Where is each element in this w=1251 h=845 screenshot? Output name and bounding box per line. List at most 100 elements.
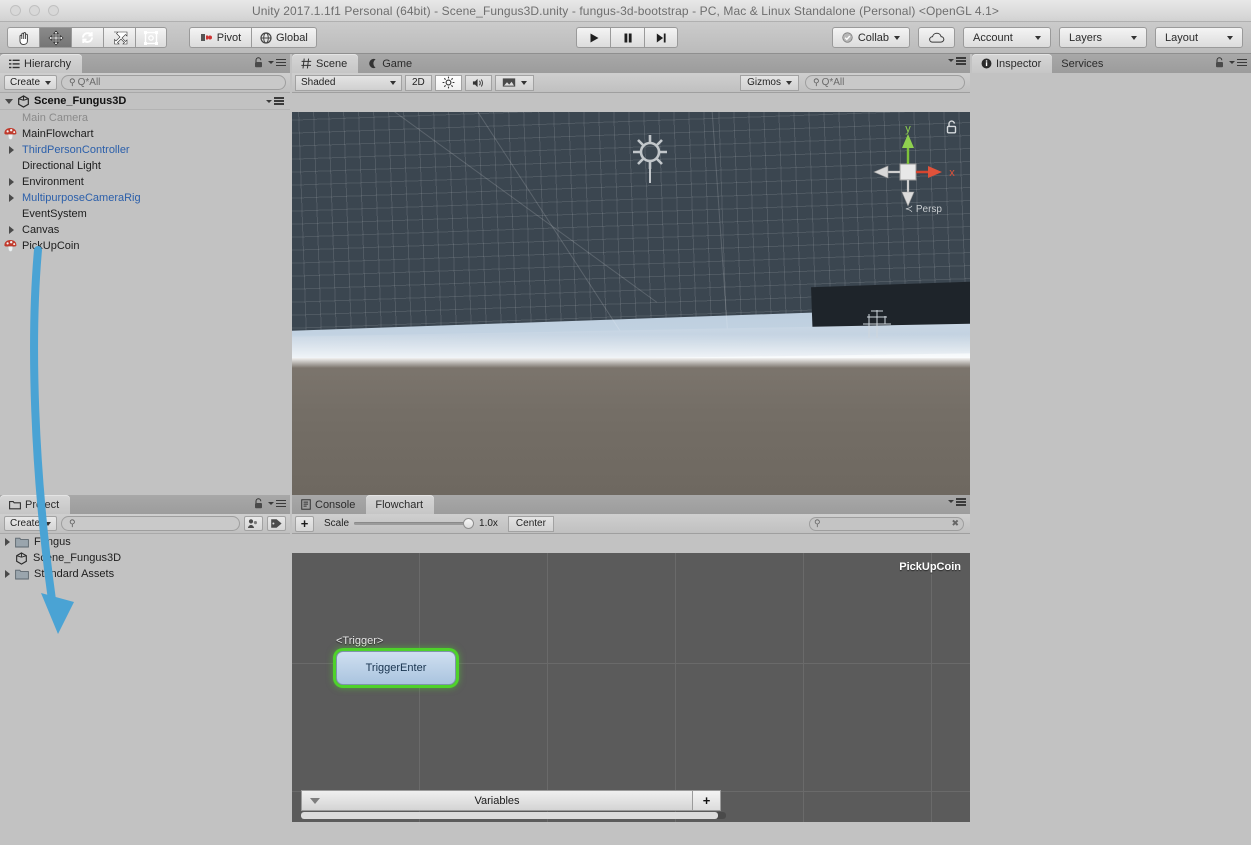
layers-dropdown[interactable]: Layers [1059,27,1147,48]
scene-search-input[interactable]: ⚲ Q*All [805,75,965,90]
panel-menu-icon[interactable] [268,58,286,67]
clear-search-icon[interactable]: ✖ [951,518,959,529]
flowchart-tab-actions[interactable] [948,498,966,506]
unity-scene-icon [16,551,27,565]
project-search-input[interactable]: ⚲ [61,516,240,531]
tab-flowchart[interactable]: Flowchart [366,495,435,514]
hierarchy-item-canvas[interactable]: Canvas [0,222,290,238]
scene-tab-actions[interactable] [948,57,966,65]
hand-tool-button[interactable] [7,27,39,48]
tab-console[interactable]: Console [292,495,366,514]
chevron-down-icon[interactable] [310,797,320,804]
pivot-toggle-button[interactable]: Pivot [189,27,251,48]
project-create-button[interactable]: Create [4,516,58,531]
hierarchy-item-directional-light[interactable]: Directional Light [0,158,290,174]
tab-inspector[interactable]: Inspector [972,54,1053,73]
hierarchy-item-environment[interactable]: Environment [0,174,290,190]
flowchart-search-input[interactable]: ⚲ ✖ [809,516,964,531]
hierarchy-scene-root-row[interactable]: Scene_Fungus3D [0,93,290,110]
rect-tool-button[interactable] [135,27,167,48]
flowchart-canvas[interactable]: PickUpCoin <Trigger> TriggerEnter Variab… [292,553,970,822]
expand-arrow-icon[interactable] [8,194,14,202]
hierarchy-search-input[interactable]: ⚲ Q*All [61,75,286,90]
folder-icon [15,537,29,547]
chevron-down-icon[interactable] [5,98,13,104]
hierarchy-icon [9,59,20,68]
chevron-down-icon [1035,35,1041,40]
gizmos-dropdown[interactable]: Gizmos [740,74,799,91]
chevron-down-icon [390,80,396,85]
rotate-tool-button[interactable] [71,27,103,48]
hierarchy-create-button[interactable]: Create [4,75,58,90]
toggle-audio-button[interactable] [464,74,492,91]
center-view-button[interactable]: Center [507,515,554,532]
toggle-2d-button[interactable]: 2D [405,74,432,91]
transform-tools-group[interactable] [7,27,167,48]
project-item-scene-fungus3d[interactable]: Scene_Fungus3D [0,550,290,566]
collab-button[interactable]: Collab [831,27,910,48]
panel-menu-icon[interactable] [1229,58,1247,67]
layout-dropdown[interactable]: Layout [1155,27,1243,48]
hierarchy-item-multipurposecamerarig[interactable]: MultipurposeCameraRig [0,190,290,206]
filter-by-type-button[interactable] [244,516,263,531]
account-dropdown[interactable]: Account [963,27,1051,48]
expand-arrow-icon[interactable] [8,178,14,186]
shading-mode-dropdown[interactable]: Shaded [295,74,402,91]
toggle-lighting-button[interactable] [434,74,462,91]
variables-header[interactable]: Variables [301,790,693,811]
pivot-rotation-group[interactable]: Pivot Global [189,27,317,48]
tab-console-label: Console [315,498,356,511]
tab-game[interactable]: Game [358,54,423,73]
hierarchy-item-eventsystem[interactable]: EventSystem [0,206,290,222]
scene-row-menu-icon[interactable] [266,97,284,105]
cloud-button[interactable] [918,27,955,48]
playback-controls-group[interactable] [576,27,678,48]
project-item-standard-assets[interactable]: Standard Assets [0,566,290,582]
tab-services[interactable]: Services [1052,54,1114,73]
scale-slider-handle[interactable] [463,518,475,529]
panel-menu-icon[interactable] [948,57,966,65]
hierarchy-tab-actions[interactable] [254,57,286,68]
pause-button[interactable] [610,27,644,48]
hierarchy-item-thirdpersoncontroller[interactable]: ThirdPersonController [0,142,290,158]
toggle-fx-button[interactable] [494,74,534,91]
expand-arrow-icon[interactable] [8,226,14,234]
hierarchy-item-indent [0,178,22,186]
filter-by-label-button[interactable] [267,516,286,531]
project-tab-actions[interactable] [254,498,286,509]
hierarchy-item-main-camera[interactable]: Main Camera [0,110,290,126]
flowchart-block-triggerenter[interactable]: TriggerEnter [336,651,456,685]
panel-menu-icon[interactable] [268,499,286,508]
scene-panel: Scene Game Shaded 2D Gizmos ⚲ Q*All y x … [292,54,970,495]
layout-label: Layout [1165,31,1199,44]
play-button[interactable] [576,27,610,48]
expand-arrow-icon[interactable] [5,538,10,546]
add-variable-button[interactable]: + [693,790,721,811]
variables-scrollbar[interactable] [301,812,726,819]
flowchart-body: + Scale 1.0x Center ⚲ ✖ PickUpCoin <Trig… [292,514,970,822]
tab-hierarchy[interactable]: Hierarchy [0,54,83,73]
panel-menu-icon[interactable] [948,498,966,506]
expand-arrow-icon[interactable] [5,570,10,578]
project-item-fungus[interactable]: Fungus [0,534,290,550]
step-button[interactable] [644,27,678,48]
scale-tool-button[interactable] [103,27,135,48]
hierarchy-item-label: MultipurposeCameraRig [22,192,141,204]
add-block-button[interactable]: + [295,515,314,532]
global-toggle-button[interactable]: Global [251,27,317,48]
hierarchy-item-mainflowchart[interactable]: MainFlowchart [0,126,290,142]
inspector-tab-actions[interactable] [1215,57,1247,68]
project-panel: Project Create ⚲ Fungus Scene_Fungus3D S… [0,495,290,822]
scene-body: Shaded 2D Gizmos ⚲ Q*All y x ≺ Persp [292,73,970,495]
hierarchy-item-label: ThirdPersonController [22,144,130,156]
scene-projection-label[interactable]: ≺ Persp [905,204,942,215]
expand-arrow-icon[interactable] [8,146,14,154]
scene-viewport[interactable]: y x ≺ Persp [292,112,970,495]
tab-scene[interactable]: Scene [292,54,359,73]
hierarchy-item-label: Environment [22,176,84,188]
move-tool-button[interactable] [39,27,71,48]
scale-slider[interactable] [354,518,475,530]
zoom-scale-control[interactable]: Scale 1.0x [324,518,498,530]
hierarchy-item-pickupcoin[interactable]: PickUpCoin [0,238,290,254]
tab-project[interactable]: Project [0,495,71,514]
